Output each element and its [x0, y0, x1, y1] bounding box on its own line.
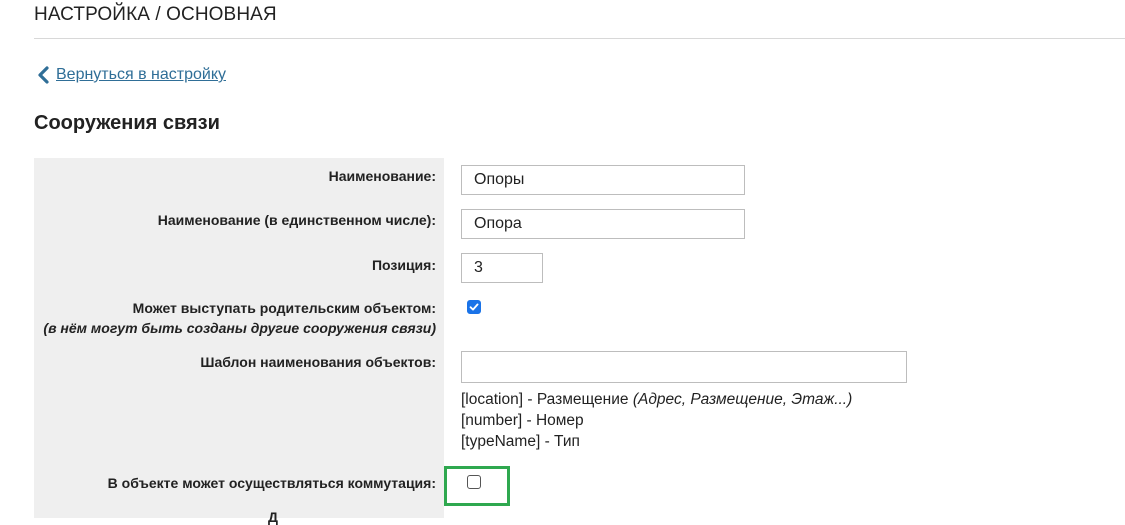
highlight-annotation-box	[444, 466, 510, 506]
chevron-left-icon	[36, 66, 50, 84]
switching-label: В объекте может осуществляться коммутаци…	[107, 475, 436, 491]
hint-typename: [typeName] - Тип	[461, 433, 580, 450]
next-row-label: Д	[268, 509, 278, 525]
name-template-label: Шаблон наименования объектов:	[200, 354, 436, 370]
checkmark-icon	[469, 303, 479, 311]
back-link-label: Вернуться в настройку	[56, 66, 226, 83]
name-input[interactable]	[461, 165, 745, 195]
back-to-settings-link[interactable]: Вернуться в настройку	[36, 66, 226, 84]
hint-number: [number] - Номер	[461, 412, 584, 429]
singular-name-input[interactable]	[461, 209, 745, 239]
parent-object-note: (в нём могут быть созданы другие сооруже…	[43, 320, 436, 336]
template-hints: [location] - Размещение (Адрес, Размещен…	[461, 389, 852, 452]
parent-object-label-text: Может выступать родительским объектом:	[132, 300, 436, 316]
position-input[interactable]	[461, 253, 543, 283]
name-template-input[interactable]	[461, 351, 907, 383]
name-label: Наименование:	[328, 168, 436, 184]
singular-name-label: Наименование (в единственном числе):	[157, 212, 436, 228]
position-label: Позиция:	[371, 257, 436, 273]
parent-object-label: Может выступать родительским объектом: (…	[43, 300, 436, 336]
parent-object-checkbox[interactable]	[467, 300, 481, 314]
hint-location: [location] - Размещение (Адрес, Размещен…	[461, 391, 853, 408]
page-title: НАСТРОЙКА / ОСНОВНАЯ	[34, 4, 1125, 39]
section-title: Сооружения связи	[34, 112, 220, 134]
